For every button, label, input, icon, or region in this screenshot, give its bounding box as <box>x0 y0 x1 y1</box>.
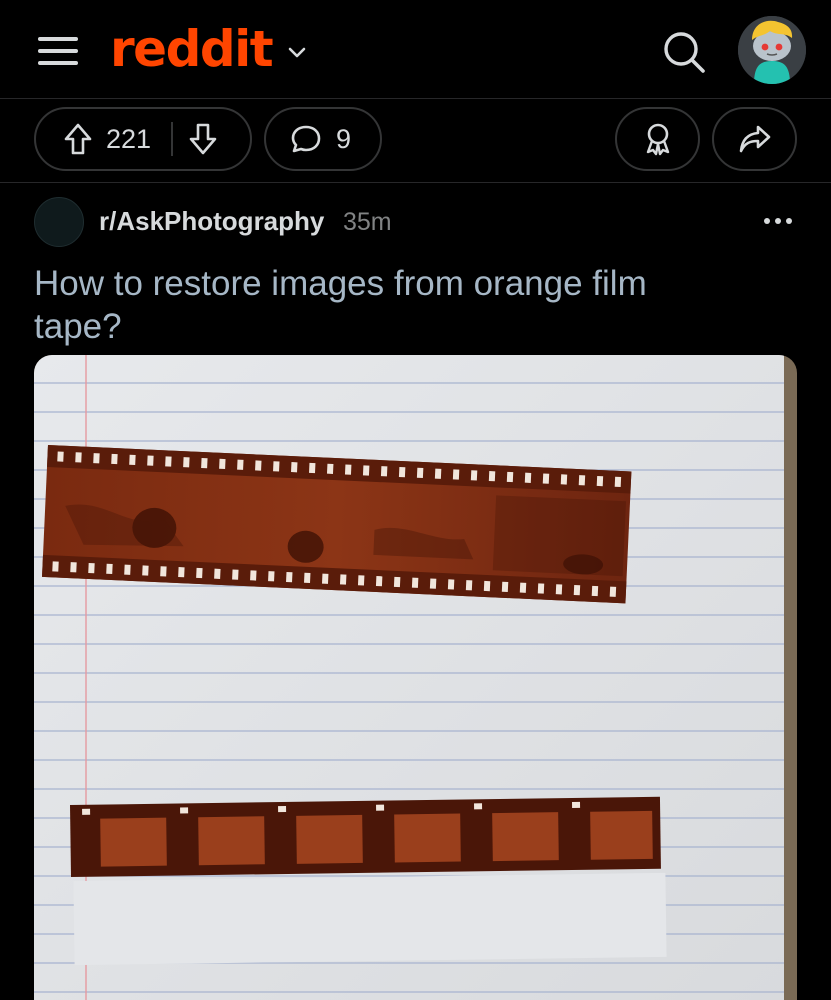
comments-button[interactable]: 9 <box>264 107 382 171</box>
comment-bubble-icon <box>291 125 321 153</box>
post-screen: reddit 221 9 r/AskPhotography 35m How to… <box>0 0 831 1000</box>
comment-count: 9 <box>336 123 352 154</box>
vote-separator <box>171 122 174 156</box>
more-options-icon[interactable] <box>758 206 798 236</box>
top-navigation-bar: reddit <box>0 0 831 98</box>
vote-count: 221 <box>106 123 152 154</box>
actions-divider <box>0 182 831 183</box>
upvote-arrow-icon[interactable] <box>62 122 94 156</box>
search-icon[interactable] <box>659 27 709 77</box>
award-button[interactable] <box>615 107 700 171</box>
hamburger-menu-icon[interactable] <box>38 33 80 69</box>
film-strips-photo <box>34 355 797 1000</box>
user-avatar[interactable] <box>738 16 806 84</box>
share-arrow-icon <box>739 125 770 153</box>
top-divider <box>0 98 831 99</box>
award-icon <box>646 123 669 156</box>
logo-text: reddit <box>110 20 274 78</box>
share-button[interactable] <box>712 107 797 171</box>
vote-control: 221 <box>34 107 252 171</box>
downvote-arrow-icon[interactable] <box>187 122 219 156</box>
post-title[interactable]: How to restore images from orange film t… <box>34 262 694 348</box>
post-image[interactable] <box>34 355 797 1000</box>
reddit-logo[interactable]: reddit <box>110 14 308 84</box>
chevron-down-icon[interactable] <box>286 41 308 63</box>
subreddit-name[interactable]: r/AskPhotography <box>99 206 324 237</box>
post-age: 35m <box>343 208 392 236</box>
subreddit-avatar[interactable] <box>34 197 84 247</box>
